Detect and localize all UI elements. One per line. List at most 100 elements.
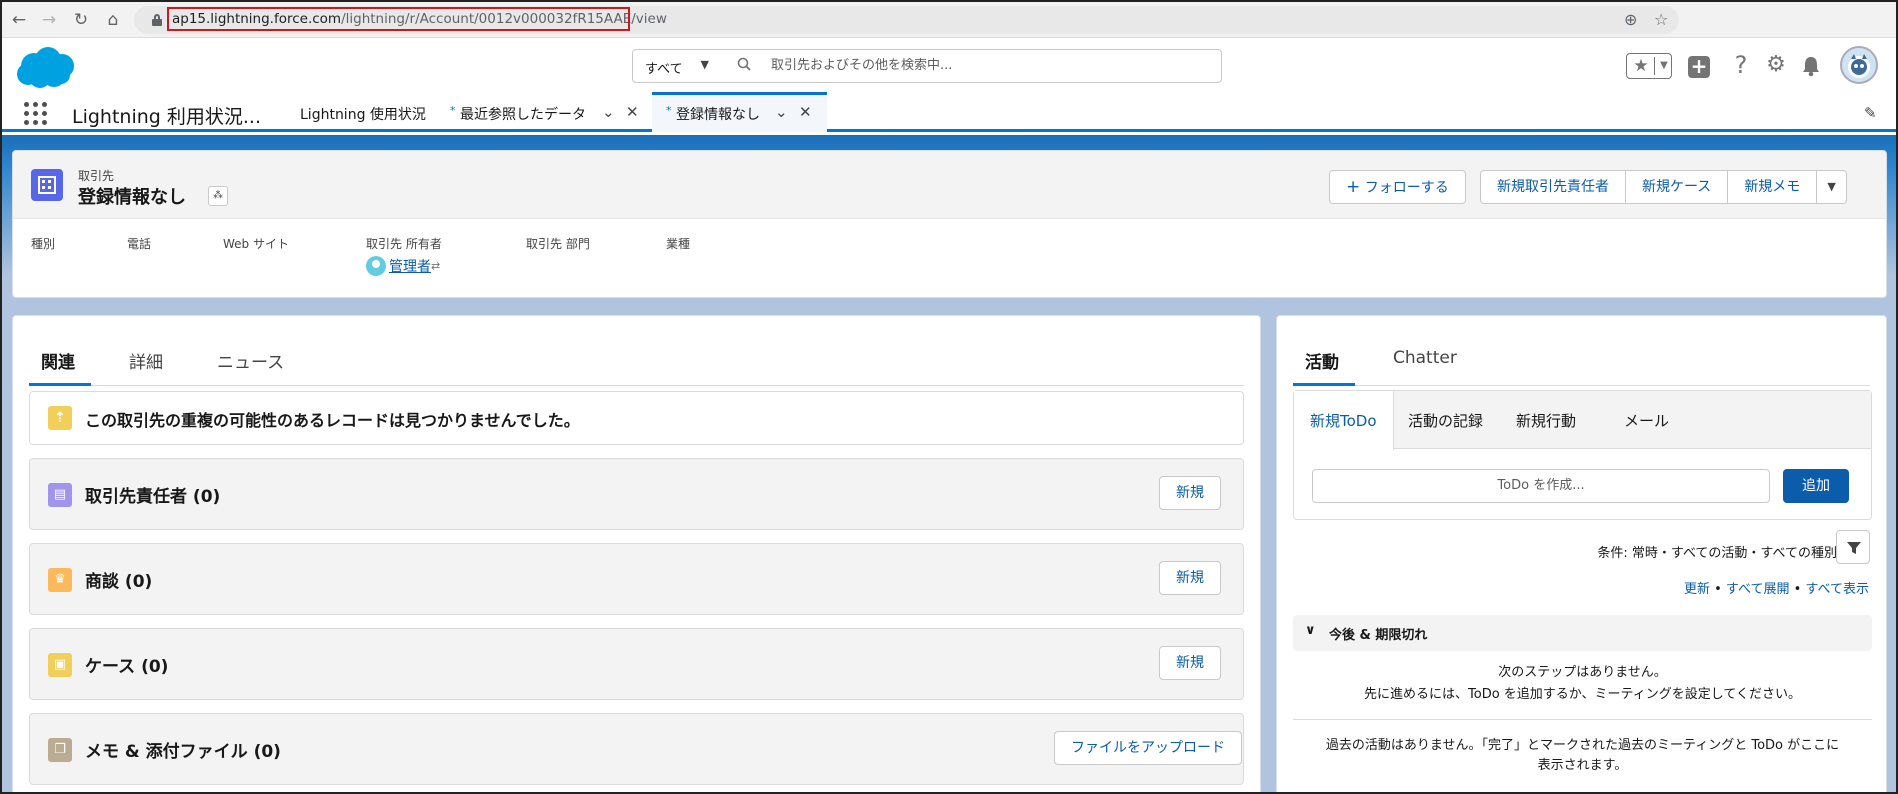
contact-card-icon: ▤ bbox=[48, 483, 72, 507]
chevron-down-icon[interactable]: ⌄ bbox=[602, 103, 615, 121]
field-label-phone: 電話 bbox=[127, 237, 152, 251]
user-icon bbox=[366, 256, 386, 276]
hierarchy-icon[interactable]: ⁂ bbox=[208, 186, 228, 206]
related-list-title[interactable]: 取引先責任者 (0) bbox=[85, 482, 220, 507]
new-note-button[interactable]: 新規メモ bbox=[1728, 170, 1818, 204]
bookmark-star-icon[interactable]: ☆ bbox=[1654, 10, 1668, 29]
tab-activity[interactable]: 活動 bbox=[1305, 348, 1339, 373]
follow-button[interactable]: + フォローする bbox=[1329, 170, 1466, 204]
object-label: 取引先 bbox=[78, 169, 115, 183]
publisher-tabs: 新規ToDo 活動の記録 新規行動 メール bbox=[1294, 391, 1871, 450]
past-activity-message: 過去の活動はありません。「完了」とマークされた過去のミーティングと ToDo が… bbox=[1325, 738, 1840, 753]
field-label-industry: 業種 bbox=[666, 237, 691, 251]
expand-all-link[interactable]: すべて展開 bbox=[1726, 582, 1790, 597]
user-avatar[interactable] bbox=[1840, 46, 1878, 84]
chevron-down-icon: ∨ bbox=[1305, 623, 1316, 638]
close-tab-icon[interactable]: ✕ bbox=[799, 103, 812, 121]
related-list-title[interactable]: ケース (0) bbox=[85, 652, 168, 677]
search-scope-select[interactable]: すべて ▼ bbox=[632, 49, 720, 83]
upload-files-button[interactable]: ファイルをアップロード bbox=[1054, 731, 1242, 765]
new-case-button[interactable]: 新規ケース bbox=[1626, 170, 1729, 204]
todo-input[interactable]: ToDo を作成... bbox=[1312, 469, 1770, 503]
opportunity-crown-icon: ♛ bbox=[48, 568, 72, 592]
active-tab-indicator bbox=[29, 383, 91, 386]
activity-links: 更新 • すべて展開 • すべて表示 bbox=[1683, 582, 1869, 597]
owner-field-value: 管理者⇄ bbox=[366, 256, 440, 278]
search-input[interactable] bbox=[771, 58, 1191, 73]
unsaved-asterisk: * bbox=[666, 104, 672, 117]
related-list-cases: ▣ ケース (0) 新規 bbox=[29, 628, 1244, 700]
tab-chatter[interactable]: Chatter bbox=[1393, 348, 1457, 368]
duplicate-merge-icon: ⇡ bbox=[48, 406, 72, 430]
nav-tab-label: Lightning 使用状況 bbox=[300, 107, 426, 123]
plus-icon: + bbox=[1346, 177, 1361, 197]
home-icon[interactable]: ⌂ bbox=[102, 9, 124, 31]
publisher-tab-log-call[interactable]: 活動の記録 bbox=[1408, 391, 1483, 449]
follow-label: フォローする bbox=[1364, 180, 1449, 196]
filter-funnel-icon bbox=[1847, 542, 1861, 554]
new-button[interactable]: 新規 bbox=[1159, 646, 1221, 680]
owner-link[interactable]: 管理者 bbox=[389, 259, 431, 275]
upcoming-label: 今後 & 期限切れ bbox=[1329, 628, 1428, 643]
new-button[interactable]: 新規 bbox=[1159, 476, 1221, 510]
setup-gear-icon[interactable]: ⚙ bbox=[1764, 51, 1788, 79]
back-icon[interactable]: ← bbox=[8, 9, 30, 31]
view-all-link[interactable]: すべて表示 bbox=[1805, 582, 1869, 597]
window: ← → ↻ ⌂ ap15.lightning.force.com/lightni… bbox=[0, 0, 1898, 794]
publisher-tab-email[interactable]: メール bbox=[1624, 391, 1669, 449]
zoom-icon[interactable]: ⊕ bbox=[1624, 10, 1637, 29]
record-title: 登録情報なし bbox=[78, 187, 186, 208]
nav-tab-label: 最近参照したデータ bbox=[459, 107, 586, 123]
publisher-tab-new-event[interactable]: 新規行動 bbox=[1516, 391, 1576, 449]
nav-tab-label: 登録情報なし bbox=[675, 107, 760, 123]
active-tab-indicator bbox=[1293, 383, 1355, 386]
more-actions-chevron-icon[interactable]: ▼ bbox=[1817, 170, 1847, 204]
new-contact-button[interactable]: 新規取引先責任者 bbox=[1480, 170, 1626, 204]
main-tabs: 関連 詳細 ニュース bbox=[29, 330, 1244, 386]
account-icon bbox=[31, 169, 63, 201]
favorites-star-icon[interactable]: ★ bbox=[1629, 54, 1653, 78]
reload-icon[interactable]: ↻ bbox=[70, 9, 92, 31]
change-owner-icon[interactable]: ⇄ bbox=[431, 260, 440, 273]
app-launcher-icon[interactable] bbox=[24, 102, 48, 126]
filter-button[interactable] bbox=[1836, 530, 1870, 564]
activity-filter-text: 条件: 常時・すべての活動・すべての種別 bbox=[1597, 546, 1837, 561]
chevron-down-icon: ▼ bbox=[700, 58, 709, 71]
tab-related[interactable]: 関連 bbox=[41, 348, 75, 373]
url-highlight-box bbox=[167, 7, 630, 31]
upcoming-overdue-section[interactable]: ∨ 今後 & 期限切れ bbox=[1293, 615, 1872, 651]
duplicate-message: この取引先の重複の可能性のあるレコードは見つかりませんでした。 bbox=[85, 411, 580, 430]
astro-avatar-icon bbox=[1848, 54, 1870, 78]
related-list-notes-attachments: ❐ メモ & 添付ファイル (0) ファイルをアップロード bbox=[29, 713, 1244, 785]
favorites-group: ★ ▼ bbox=[1626, 53, 1672, 79]
tab-news[interactable]: ニュース bbox=[217, 348, 284, 373]
publisher-tab-new-task[interactable]: 新規ToDo bbox=[1294, 391, 1394, 450]
app-name: Lightning 利用状況... bbox=[72, 106, 261, 128]
notification-bell-icon[interactable] bbox=[1801, 55, 1821, 77]
edit-nav-pencil-icon[interactable]: ✎ bbox=[1864, 104, 1877, 122]
global-actions-plus-icon[interactable]: + bbox=[1688, 56, 1710, 78]
favorites-dropdown-icon[interactable]: ▼ bbox=[1656, 54, 1672, 78]
file-icon: ❐ bbox=[48, 738, 72, 762]
new-button[interactable]: 新規 bbox=[1159, 561, 1221, 595]
tab-details[interactable]: 詳細 bbox=[129, 348, 163, 373]
related-list-title[interactable]: 商談 (0) bbox=[85, 567, 152, 592]
search-icon bbox=[737, 57, 751, 71]
forward-icon[interactable]: → bbox=[38, 9, 60, 31]
close-tab-icon[interactable]: ✕ bbox=[626, 103, 639, 121]
activity-panel: 活動 Chatter 新規ToDo 活動の記録 新規行動 メール ToDo を作… bbox=[1276, 315, 1887, 792]
action-button-group: 新規取引先責任者 新規ケース 新規メモ ▼ bbox=[1480, 170, 1847, 204]
chevron-down-icon[interactable]: ⌄ bbox=[775, 103, 788, 121]
related-list-title[interactable]: メモ & 添付ファイル (0) bbox=[85, 737, 281, 762]
add-todo-button[interactable]: 追加 bbox=[1783, 469, 1849, 503]
section-divider bbox=[1293, 719, 1872, 720]
nav-tab-lightning-usage[interactable]: Lightning 使用状況 bbox=[300, 92, 426, 132]
help-icon[interactable]: ? bbox=[1730, 51, 1752, 79]
unsaved-asterisk: * bbox=[450, 104, 456, 117]
nav-tab-recent[interactable]: * 最近参照したデータ bbox=[450, 92, 586, 132]
global-search[interactable] bbox=[719, 49, 1222, 83]
refresh-link[interactable]: 更新 bbox=[1684, 582, 1710, 597]
related-list-opportunities: ♛ 商談 (0) 新規 bbox=[29, 543, 1244, 615]
salesforce-logo[interactable] bbox=[14, 46, 78, 90]
record-header-top: 取引先 登録情報なし ⁂ + フォローする 新規取引先責任者 新規ケース 新規メ… bbox=[13, 151, 1886, 219]
